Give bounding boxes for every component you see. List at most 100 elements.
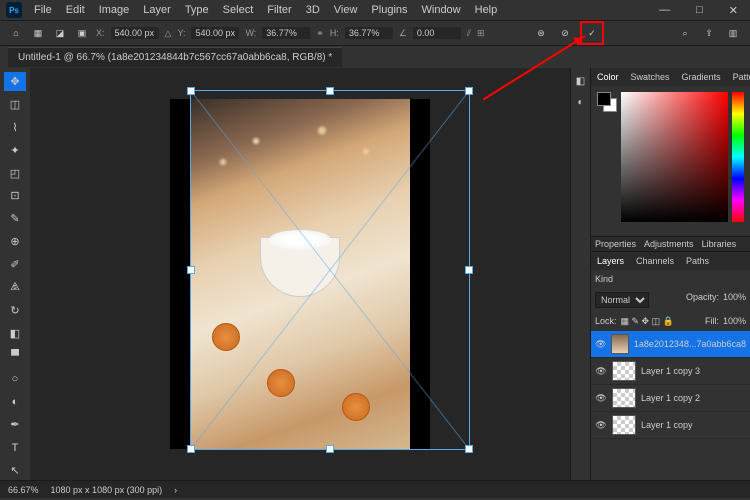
tab-layers[interactable]: Layers (595, 254, 626, 268)
visibility-icon[interactable]: 👁 (595, 420, 607, 431)
transform-handle-mr[interactable] (465, 266, 473, 274)
tab-gradients[interactable]: Gradients (680, 70, 723, 84)
gradient-tool[interactable]: ▀ (4, 347, 26, 366)
history-brush-tool[interactable]: ↻ (4, 301, 26, 320)
tab-patterns[interactable]: Patterns (731, 70, 750, 84)
menu-window[interactable]: Window (416, 2, 467, 18)
warp-mode-icon[interactable]: ⊛ (532, 24, 550, 42)
workspace-icon[interactable]: ▥ (724, 24, 742, 42)
hue-slider[interactable] (732, 92, 744, 222)
eyedropper-tool[interactable]: ✎ (4, 209, 26, 228)
heal-tool[interactable]: ⊕ (4, 232, 26, 251)
share-icon[interactable]: ⇪ (700, 24, 718, 42)
interpolation-icon[interactable]: ⊞ (477, 28, 485, 39)
layer-thumbnail[interactable] (612, 388, 636, 408)
menu-file[interactable]: File (28, 2, 58, 18)
layer-thumbnail[interactable] (612, 415, 636, 435)
layer-name[interactable]: Layer 1 copy 2 (641, 393, 700, 403)
window-minimize[interactable]: — (653, 2, 676, 19)
zoom-level[interactable]: 66.67% (8, 485, 39, 495)
h-label: H: (330, 28, 339, 38)
transform-handle-tr[interactable] (465, 87, 473, 95)
eraser-tool[interactable]: ◧ (4, 324, 26, 343)
blur-tool[interactable]: ○ (4, 370, 26, 389)
transform-handle-br[interactable] (465, 445, 473, 453)
menu-filter[interactable]: Filter (261, 2, 297, 18)
cancel-transform-icon[interactable]: ⊘ (556, 24, 574, 42)
panel-icon[interactable]: ◐ (577, 97, 583, 108)
layer-thumbnail[interactable] (611, 334, 628, 354)
stamp-tool[interactable]: ⧌ (4, 278, 26, 297)
layer-name[interactable]: 1a8e2012348...7a0abb6ca8 (634, 339, 746, 349)
layer-row[interactable]: 👁 Layer 1 copy (591, 412, 750, 439)
color-field[interactable] (621, 92, 728, 222)
menu-image[interactable]: Image (93, 2, 136, 18)
lock-icons[interactable]: ▦ ✎ ✥ ◫ 🔒 (621, 316, 674, 327)
visibility-icon[interactable]: 👁 (595, 366, 607, 377)
tab-adjustments[interactable]: Adjustments (644, 239, 694, 249)
window-close[interactable]: ✕ (723, 2, 744, 19)
visibility-icon[interactable]: 👁 (595, 393, 607, 404)
layer-name[interactable]: Layer 1 copy (641, 420, 693, 430)
fill-value[interactable]: 100% (723, 316, 746, 327)
placed-image[interactable] (190, 99, 410, 449)
delta-icon[interactable]: △ (165, 28, 172, 39)
menu-plugins[interactable]: Plugins (365, 2, 413, 18)
visibility-icon[interactable]: 👁 (595, 339, 606, 350)
tab-swatches[interactable]: Swatches (629, 70, 672, 84)
link-icon[interactable]: ⚭ (316, 28, 324, 39)
canvas-area[interactable] (30, 68, 570, 480)
reference-point-icon[interactable]: ▣ (74, 25, 90, 41)
h-value[interactable]: 36.77% (345, 27, 393, 39)
menu-edit[interactable]: Edit (60, 2, 91, 18)
tab-paths[interactable]: Paths (684, 254, 711, 268)
layer-row[interactable]: 👁 1a8e2012348...7a0abb6ca8 (591, 331, 750, 358)
x-value[interactable]: 540.00 px (111, 27, 159, 39)
menu-view[interactable]: View (328, 2, 364, 18)
panel-icon[interactable]: ◧ (576, 76, 585, 87)
autoselect-icon[interactable]: ◪ (52, 25, 68, 41)
tab-color[interactable]: Color (595, 70, 621, 84)
wand-tool[interactable]: ✦ (4, 141, 26, 160)
layer-name[interactable]: Layer 1 copy 3 (641, 366, 700, 376)
transform-handle-tc[interactable] (326, 87, 334, 95)
menu-help[interactable]: Help (469, 2, 504, 18)
rotate-value[interactable]: 0.00 (413, 27, 461, 39)
tab-channels[interactable]: Channels (634, 254, 676, 268)
transform-handle-tl[interactable] (187, 87, 195, 95)
menu-bar: Ps File Edit Image Layer Type Select Fil… (0, 0, 750, 20)
search-icon[interactable]: ⌕ (676, 24, 694, 42)
marquee-tool[interactable]: ◫ (4, 95, 26, 114)
brush-tool[interactable]: ✐ (4, 255, 26, 274)
window-maximize[interactable]: □ (690, 2, 709, 19)
home-icon[interactable]: ⌂ (8, 25, 24, 41)
w-value[interactable]: 36.77% (262, 27, 310, 39)
artboard (170, 99, 430, 449)
kind-filter[interactable]: Kind (595, 274, 613, 284)
move-tool[interactable]: ✥ (4, 72, 26, 91)
menu-type[interactable]: Type (179, 2, 215, 18)
pen-tool[interactable]: ✒ (4, 415, 26, 434)
layer-row[interactable]: 👁 Layer 1 copy 3 (591, 358, 750, 385)
tab-properties[interactable]: Properties (595, 239, 636, 249)
layer-thumbnail[interactable] (612, 361, 636, 381)
tab-libraries[interactable]: Libraries (702, 239, 737, 249)
layer-row[interactable]: 👁 Layer 1 copy 2 (591, 385, 750, 412)
blend-mode-select[interactable]: Normal (595, 292, 649, 308)
dodge-tool[interactable]: ◐ (4, 392, 26, 411)
document-tab[interactable]: Untitled-1 @ 66.7% (1a8e201234844b7c567c… (8, 47, 342, 67)
crop-tool[interactable]: ◰ (4, 164, 26, 183)
type-tool[interactable]: T (4, 438, 26, 457)
opacity-value[interactable]: 100% (723, 292, 746, 308)
path-tool[interactable]: ↖ (4, 461, 26, 480)
skew-h-icon[interactable]: ⫽ (467, 28, 471, 39)
menu-select[interactable]: Select (217, 2, 260, 18)
menu-layer[interactable]: Layer (137, 2, 177, 18)
frame-tool[interactable]: ⊡ (4, 186, 26, 205)
fg-bg-swatch[interactable] (597, 92, 617, 230)
y-value[interactable]: 540.00 px (191, 27, 239, 39)
doc-dimensions: 1080 px x 1080 px (300 ppi) (51, 485, 163, 495)
status-chevron-icon[interactable]: › (174, 485, 177, 495)
lasso-tool[interactable]: ⌇ (4, 118, 26, 137)
menu-3d[interactable]: 3D (300, 2, 326, 18)
